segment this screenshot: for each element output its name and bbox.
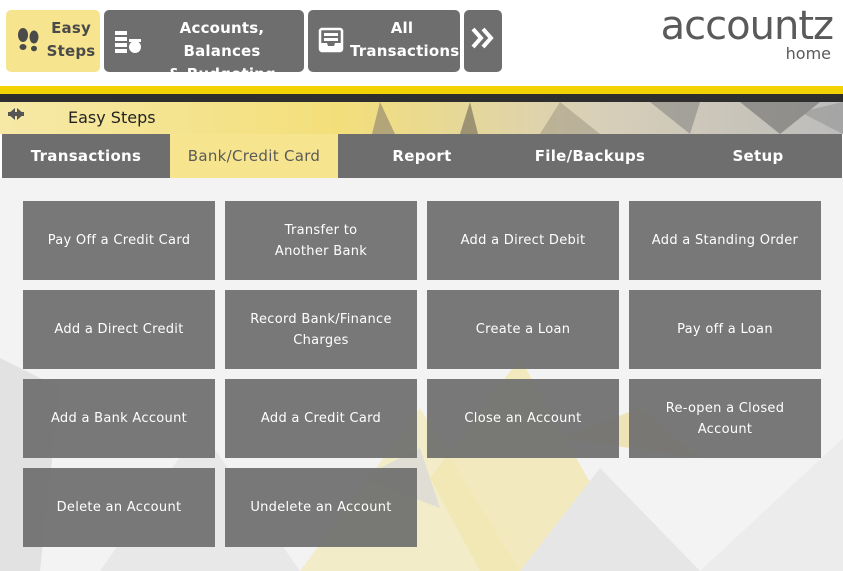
tab-setup[interactable]: Setup: [674, 134, 842, 178]
header-accent-stripe: [0, 86, 843, 94]
tab-bar: Transactions Bank/Credit Card Report Fil…: [2, 134, 842, 178]
record-bank-finance-charges-button[interactable]: Record Bank/Finance Charges: [225, 290, 417, 369]
pay-off-credit-card-button[interactable]: Pay Off a Credit Card: [23, 201, 215, 280]
undelete-account-button[interactable]: Undelete an Account: [225, 468, 417, 547]
breadcrumb-bar: Easy Steps: [0, 102, 843, 134]
all-transactions-button[interactable]: All Transactions: [308, 10, 460, 72]
add-credit-card-button[interactable]: Add a Credit Card: [225, 379, 417, 458]
accounts-label: Accounts, Balances & Budgeting: [168, 19, 276, 83]
add-direct-debit-button[interactable]: Add a Direct Debit: [427, 201, 619, 280]
easy-steps-action-grid: Pay Off a Credit Card Transfer to Anothe…: [23, 201, 821, 547]
main-content: Pay Off a Credit Card Transfer to Anothe…: [0, 178, 843, 571]
create-loan-button[interactable]: Create a Loan: [427, 290, 619, 369]
easy-steps-label: Easy Steps: [46, 19, 96, 60]
breadcrumb: Easy Steps: [8, 108, 156, 127]
pay-off-loan-button[interactable]: Pay off a Loan: [629, 290, 821, 369]
inbox-tray-icon: [318, 27, 344, 60]
transfer-to-another-bank-button[interactable]: Transfer to Another Bank: [225, 201, 417, 280]
coins-icon: [113, 27, 143, 60]
all-transactions-label: All Transactions: [350, 19, 460, 60]
easy-steps-button[interactable]: Easy Steps: [6, 10, 100, 72]
accounts-balances-budgeting-button[interactable]: Accounts, Balances & Budgeting: [104, 10, 304, 83]
add-direct-credit-button[interactable]: Add a Direct Credit: [23, 290, 215, 369]
tab-report[interactable]: Report: [338, 134, 506, 178]
more-button[interactable]: [464, 10, 502, 72]
tab-file-backups[interactable]: File/Backups: [506, 134, 674, 178]
header-dark-stripe: [0, 94, 843, 102]
tab-transactions[interactable]: Transactions: [2, 134, 170, 178]
page-title: Easy Steps: [68, 108, 156, 127]
logo-name: accountz: [660, 3, 834, 49]
footprints-icon: [16, 27, 40, 60]
top-header: Easy Steps Accounts, Balances & Budgetin…: [0, 0, 843, 86]
add-bank-account-button[interactable]: Add a Bank Account: [23, 379, 215, 458]
close-account-button[interactable]: Close an Account: [427, 379, 619, 458]
double-chevron-right-icon: [470, 26, 496, 57]
accountz-logo: accountz home: [660, 3, 834, 63]
delete-account-button[interactable]: Delete an Account: [23, 468, 215, 547]
add-standing-order-button[interactable]: Add a Standing Order: [629, 201, 821, 280]
reopen-closed-account-button[interactable]: Re-open a Closed Account: [629, 379, 821, 458]
tab-bank-credit-card[interactable]: Bank/Credit Card: [170, 134, 338, 178]
